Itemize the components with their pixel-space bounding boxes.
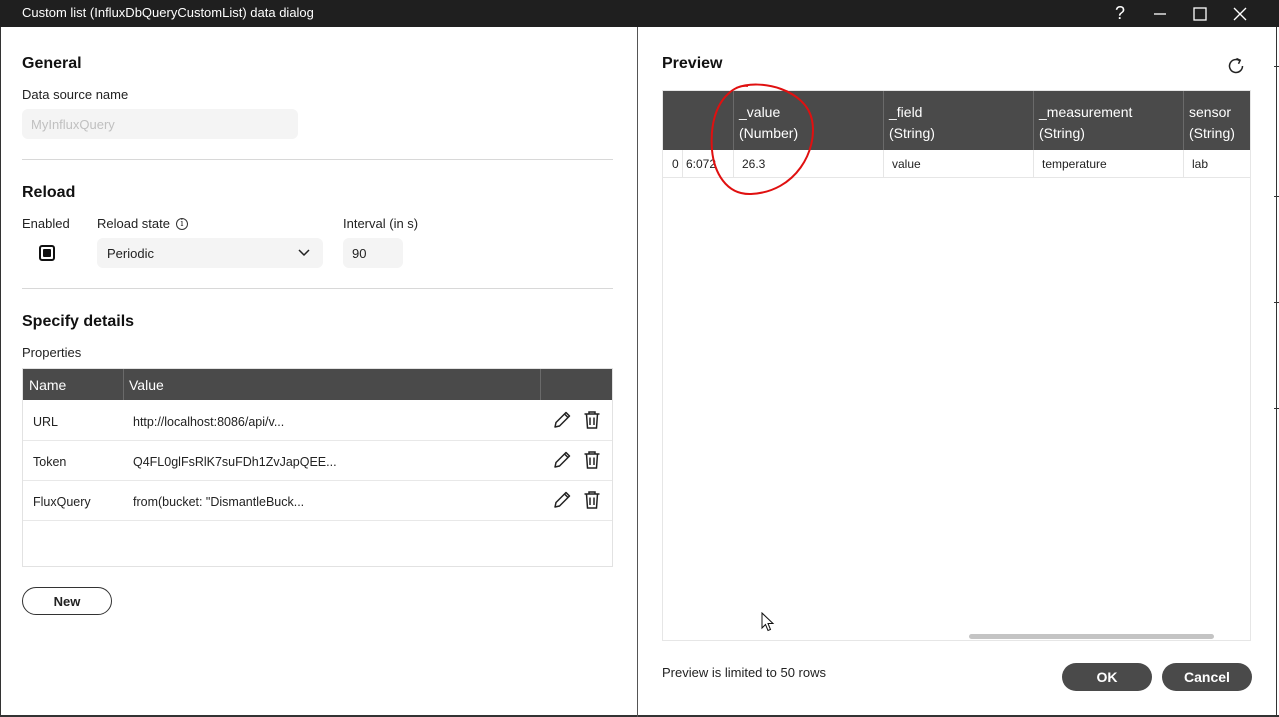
edit-icon[interactable] xyxy=(552,450,572,470)
property-name: Token xyxy=(33,455,67,469)
cell-separator xyxy=(682,150,683,178)
refresh-icon[interactable] xyxy=(1226,56,1246,76)
row-index: 0 xyxy=(672,157,679,171)
column-header-measurement[interactable]: _measurement (String) xyxy=(1039,102,1132,144)
trash-icon[interactable] xyxy=(583,450,601,470)
details-heading: Specify details xyxy=(22,313,135,330)
property-value: from(bucket: "DismantleBuck... xyxy=(133,495,305,509)
preview-limit-note: Preview is limited to 50 rows xyxy=(662,665,826,680)
reload-state-select[interactable]: Periodic xyxy=(97,238,323,268)
cell-separator xyxy=(883,150,884,178)
properties-table: Name Value URL http://localhost:8086/api… xyxy=(22,368,613,567)
cancel-button[interactable]: Cancel xyxy=(1162,663,1252,691)
column-separator xyxy=(883,91,884,150)
interval-input[interactable]: 90 xyxy=(343,238,403,268)
reload-state-label: Reload state xyxy=(97,216,170,231)
data-source-placeholder: MyInfluxQuery xyxy=(31,116,115,132)
enabled-checkbox[interactable] xyxy=(39,245,55,261)
help-button[interactable]: ? xyxy=(1100,0,1140,27)
column-type: (String) xyxy=(1039,125,1085,141)
cell-separator xyxy=(1033,150,1034,178)
edge-tick xyxy=(1274,66,1279,67)
column-name: _measurement xyxy=(1039,104,1133,120)
info-icon[interactable]: i xyxy=(176,218,188,230)
checkbox-check xyxy=(43,249,51,257)
property-value: http://localhost:8086/api/v... xyxy=(133,415,285,429)
interval-label: Interval (in s) xyxy=(343,216,419,231)
maximize-button[interactable] xyxy=(1180,0,1220,27)
interval-value: 90 xyxy=(352,245,367,261)
window-title: Custom list (InfluxDbQueryCustomList) da… xyxy=(22,5,314,20)
property-name: URL xyxy=(33,415,59,429)
enabled-label: Enabled xyxy=(22,216,70,231)
help-icon: ? xyxy=(1114,3,1125,23)
sensor-cell: lab xyxy=(1192,157,1209,171)
general-heading: General xyxy=(22,55,82,72)
section-divider xyxy=(22,159,613,160)
window-border-left xyxy=(0,27,1,717)
preview-heading: Preview xyxy=(662,55,723,72)
ok-button[interactable]: OK xyxy=(1062,663,1152,691)
column-type: (String) xyxy=(889,125,935,141)
horizontal-scrollbar[interactable] xyxy=(969,634,1214,639)
table-row: URL http://localhost:8086/api/v... xyxy=(23,401,612,441)
edit-icon[interactable] xyxy=(552,410,572,430)
section-divider xyxy=(22,288,613,289)
properties-label: Properties xyxy=(22,345,82,360)
edge-tick xyxy=(1274,408,1279,409)
property-value: Q4FL0glFsRlK7suFDh1ZvJapQEE... xyxy=(133,455,337,469)
column-type: (String) xyxy=(1189,125,1235,141)
properties-table-header: Name Value xyxy=(23,369,612,400)
new-button[interactable]: New xyxy=(22,587,112,615)
minimize-icon xyxy=(1154,12,1166,15)
window-border-right xyxy=(1276,27,1277,717)
column-separator xyxy=(1033,91,1034,150)
table-row: Token Q4FL0glFsRlK7suFDh1ZvJapQEE... xyxy=(23,441,612,481)
reload-state-value: Periodic xyxy=(107,245,154,261)
data-source-input[interactable]: MyInfluxQuery xyxy=(22,109,298,139)
mouse-cursor-icon xyxy=(761,612,775,632)
cell-separator xyxy=(1183,150,1184,178)
data-source-label: Data source name xyxy=(22,87,129,102)
annotation-circle xyxy=(710,83,814,196)
minimize-button[interactable] xyxy=(1140,0,1180,27)
column-header-name[interactable]: Name xyxy=(29,377,66,393)
column-name: _field xyxy=(889,104,923,120)
maximize-icon xyxy=(1193,6,1207,21)
table-row: FluxQuery from(bucket: "DismantleBuck... xyxy=(23,481,612,521)
trash-icon[interactable] xyxy=(583,410,601,430)
close-button[interactable] xyxy=(1220,0,1260,27)
measurement-cell: temperature xyxy=(1042,157,1107,171)
close-icon xyxy=(1233,7,1247,20)
edge-tick xyxy=(1274,302,1279,303)
property-name: FluxQuery xyxy=(33,495,91,509)
column-name: sensor xyxy=(1189,104,1232,120)
column-separator xyxy=(123,369,124,400)
column-header-sensor[interactable]: sensor (String) xyxy=(1189,102,1235,144)
edit-icon[interactable] xyxy=(552,490,572,510)
title-bar: Custom list (InfluxDbQueryCustomList) da… xyxy=(0,0,1279,27)
edge-tick xyxy=(1274,196,1279,197)
chevron-down-icon xyxy=(298,249,310,257)
column-separator xyxy=(1183,91,1184,150)
field-cell: value xyxy=(892,157,921,171)
trash-icon[interactable] xyxy=(583,490,601,510)
reload-heading: Reload xyxy=(22,184,76,201)
column-header-field[interactable]: _field (String) xyxy=(889,102,935,144)
column-separator xyxy=(540,369,541,400)
panel-divider xyxy=(637,27,638,717)
column-header-value[interactable]: Value xyxy=(129,377,164,393)
